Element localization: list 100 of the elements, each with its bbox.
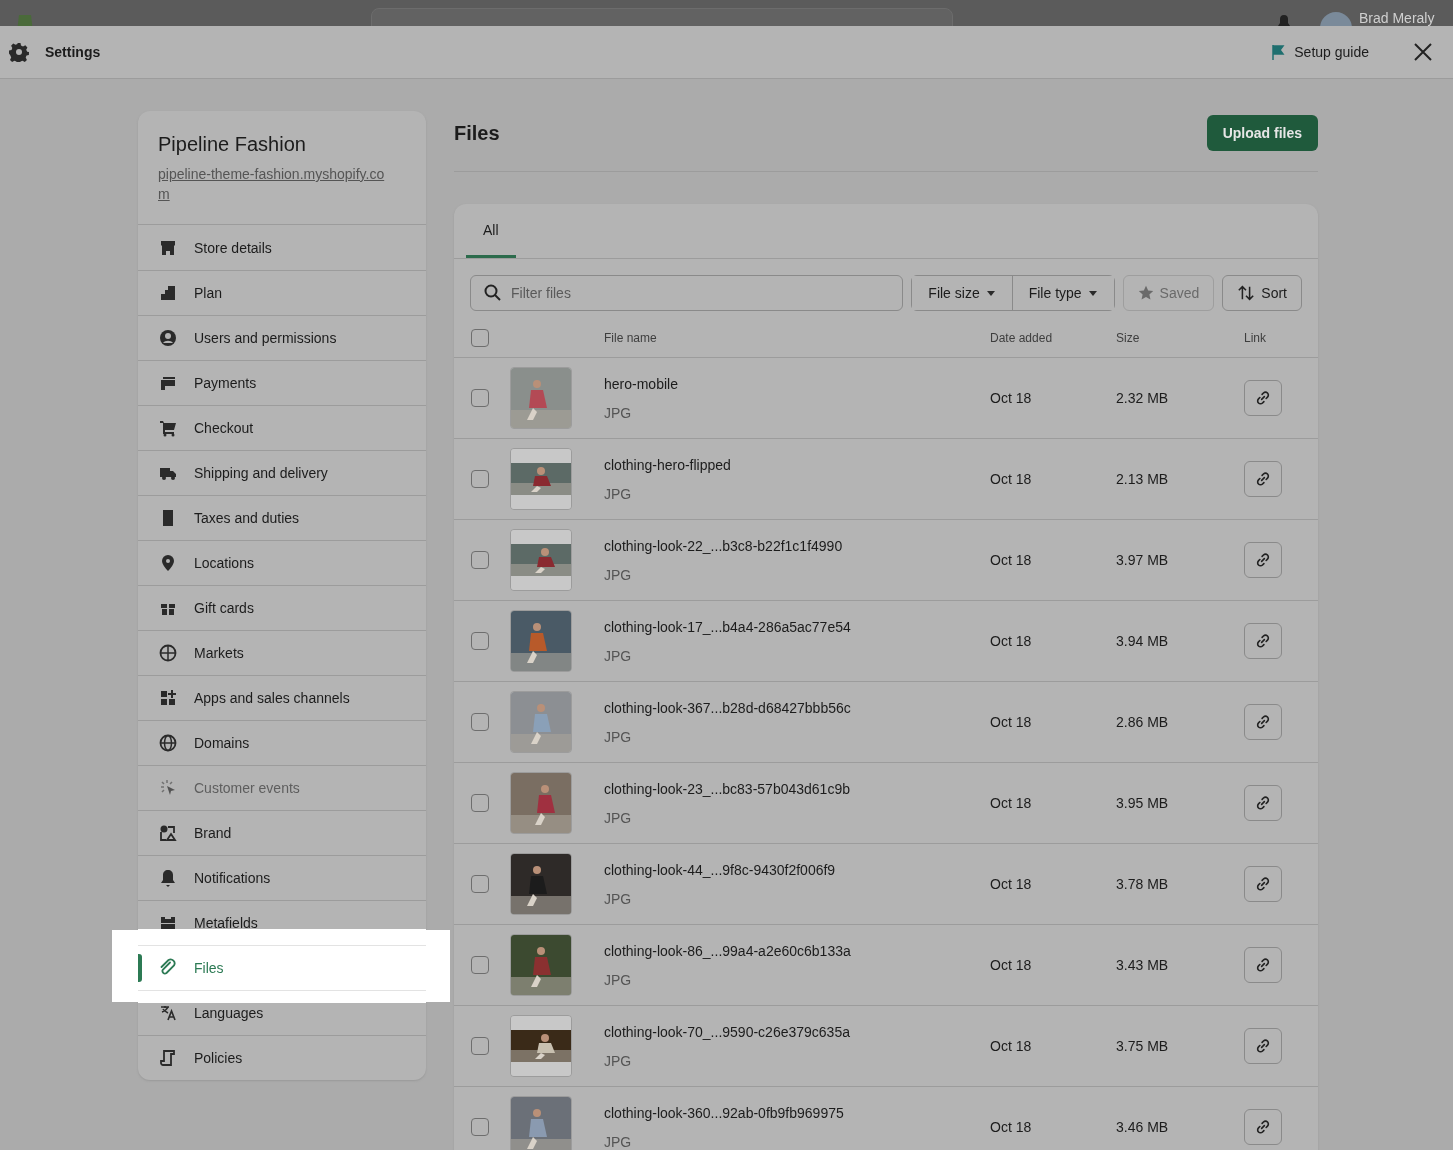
sidebar-item[interactable]: Taxes and duties xyxy=(138,495,426,540)
row-checkbox[interactable] xyxy=(471,1037,489,1055)
file-name: clothing-look-17_...b4a4-286a5ac77e54 xyxy=(604,618,852,635)
file-name: clothing-hero-flipped xyxy=(604,456,732,473)
date-added: Oct 18 xyxy=(990,876,1032,892)
link-icon xyxy=(1254,470,1272,488)
file-type: JPG xyxy=(604,647,633,664)
sidebar-item[interactable]: Plan xyxy=(138,270,426,315)
filter-field[interactable]: Filter files xyxy=(470,275,904,311)
store-url-link[interactable]: pipeline-theme-fashion.myshopify.com xyxy=(158,164,390,204)
sidebar-item[interactable]: Markets xyxy=(138,630,426,675)
tab[interactable]: All xyxy=(466,204,516,258)
close-button[interactable] xyxy=(1413,42,1433,62)
file-type: JPG xyxy=(604,485,633,502)
date-added: Oct 18 xyxy=(990,552,1032,568)
link-icon xyxy=(1254,713,1272,731)
page-title: Files xyxy=(454,121,500,145)
sidebar-item[interactable]: Metafields xyxy=(138,900,426,945)
sidebar-item[interactable]: Domains xyxy=(138,720,426,765)
file-type: JPG xyxy=(604,566,633,583)
copy-link-button[interactable] xyxy=(1244,380,1282,416)
sidebar-item[interactable]: Apps and sales channels xyxy=(138,675,426,720)
copy-link-button[interactable] xyxy=(1244,623,1282,659)
file-size: 3.95 MB xyxy=(1116,795,1169,811)
date-added: Oct 18 xyxy=(990,471,1032,487)
sidebar-item[interactable]: Store details xyxy=(138,225,426,270)
search-icon xyxy=(483,283,503,303)
date-added: Oct 18 xyxy=(990,795,1032,811)
file-size: 3.97 MB xyxy=(1116,552,1169,568)
file-name: clothing-look-360...92ab-0fb9fb969975 xyxy=(604,1104,845,1121)
sidebar-item[interactable]: Brand xyxy=(138,810,426,855)
sidebar-item[interactable]: Payments xyxy=(138,360,426,405)
user-name: Brad Meraly xyxy=(1359,10,1435,26)
column-header: Size xyxy=(1116,331,1140,345)
row-checkbox[interactable] xyxy=(471,389,489,407)
sort-button[interactable]: Sort xyxy=(1222,275,1302,311)
file-size: 3.43 MB xyxy=(1116,957,1169,973)
star-icon xyxy=(1137,285,1154,301)
link-icon xyxy=(1254,632,1272,650)
row-checkbox[interactable] xyxy=(471,794,489,812)
date-added: Oct 18 xyxy=(990,714,1032,730)
file-size: 3.78 MB xyxy=(1116,876,1169,892)
sidebar-item[interactable]: Locations xyxy=(138,540,426,585)
file-type: JPG xyxy=(604,890,633,907)
column-header: File name xyxy=(604,331,657,345)
copy-link-button[interactable] xyxy=(1244,785,1282,821)
upload-button[interactable]: Upload files xyxy=(1206,115,1318,151)
copy-link-button[interactable] xyxy=(1244,542,1282,578)
sidebar-item[interactable]: Checkout xyxy=(138,405,426,450)
link-icon xyxy=(1254,389,1272,407)
select-all-checkbox[interactable] xyxy=(471,329,489,347)
row-checkbox[interactable] xyxy=(471,632,489,650)
link-icon xyxy=(1254,551,1272,569)
column-header: Date added xyxy=(990,331,1053,345)
link-icon xyxy=(1254,1037,1272,1055)
sidebar-item[interactable]: Notifications xyxy=(138,855,426,900)
copy-link-button[interactable] xyxy=(1244,1028,1282,1064)
file-type: JPG xyxy=(604,809,633,826)
file-name: clothing-look-367...b28d-d68427bbb56c xyxy=(604,699,852,716)
file-type: JPG xyxy=(604,728,633,745)
link-icon xyxy=(1254,794,1272,812)
flag-icon xyxy=(1270,44,1287,60)
sort-icon xyxy=(1237,284,1256,302)
date-added: Oct 18 xyxy=(990,1119,1032,1135)
file-size: 2.86 MB xyxy=(1116,714,1169,730)
file-size: 2.32 MB xyxy=(1116,390,1169,406)
file-type: JPG xyxy=(604,1133,633,1150)
copy-link-button[interactable] xyxy=(1244,704,1282,740)
row-checkbox[interactable] xyxy=(471,875,489,893)
window-title: Settings xyxy=(45,44,102,60)
file-size: 3.94 MB xyxy=(1116,633,1169,649)
file-name: clothing-look-70_...9590-c26e379c635a xyxy=(604,1023,851,1040)
copy-link-button[interactable] xyxy=(1244,461,1282,497)
copy-link-button[interactable] xyxy=(1244,947,1282,983)
bell-icon[interactable] xyxy=(1276,14,1292,26)
file-name: hero-mobile xyxy=(604,375,679,392)
sidebar-item[interactable]: Policies xyxy=(138,1035,426,1080)
date-added: Oct 18 xyxy=(990,390,1032,406)
row-checkbox[interactable] xyxy=(471,551,489,569)
file-type: JPG xyxy=(604,404,633,421)
row-checkbox[interactable] xyxy=(471,713,489,731)
setup-guide-button[interactable]: Setup guide xyxy=(1270,44,1369,60)
sidebar-item[interactable]: Gift cards xyxy=(138,585,426,630)
file-type-button[interactable]: File type xyxy=(1011,276,1114,310)
link-icon xyxy=(1254,1118,1272,1136)
copy-link-button[interactable] xyxy=(1244,1109,1282,1145)
date-added: Oct 18 xyxy=(990,633,1032,649)
file-name: clothing-look-23_...bc83-57b043d61c9b xyxy=(604,780,851,797)
file-type: JPG xyxy=(604,971,633,988)
file-size: 3.75 MB xyxy=(1116,1038,1169,1054)
date-added: Oct 18 xyxy=(990,957,1032,973)
sidebar-item[interactable]: Shipping and delivery xyxy=(138,450,426,495)
date-added: Oct 18 xyxy=(990,1038,1032,1054)
copy-link-button[interactable] xyxy=(1244,866,1282,902)
row-checkbox[interactable] xyxy=(471,956,489,974)
file-name: clothing-look-86_...99a4-a2e60c6b133a xyxy=(604,942,852,959)
row-checkbox[interactable] xyxy=(471,470,489,488)
sidebar-item[interactable]: Users and permissions xyxy=(138,315,426,360)
row-checkbox[interactable] xyxy=(471,1118,489,1136)
column-header: Link xyxy=(1244,331,1266,345)
